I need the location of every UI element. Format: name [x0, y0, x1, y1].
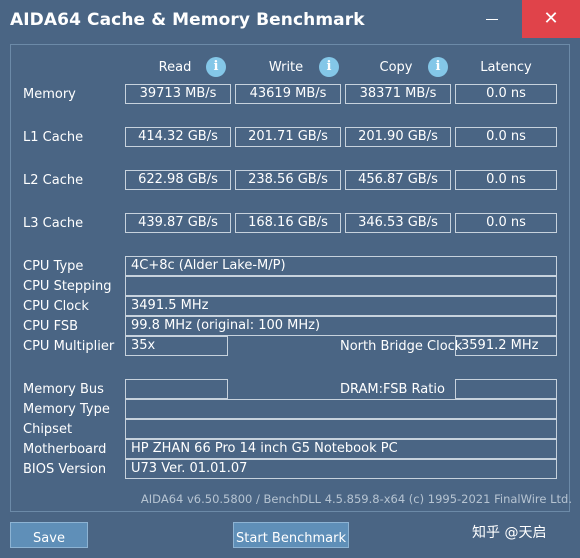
read-info-icon[interactable]: i: [206, 57, 226, 77]
l3-latency-value: 0.0 ns: [455, 213, 557, 233]
row-label-l2-cache: L2 Cache: [23, 173, 84, 188]
l2-write-value: 238.56 GB/s: [235, 170, 341, 190]
l1-read-value: 414.32 GB/s: [125, 127, 231, 147]
row-label-l3-cache: L3 Cache: [23, 216, 84, 231]
cpu-clock-label: CPU Clock: [23, 299, 89, 314]
l1-latency-value: 0.0 ns: [455, 127, 557, 147]
cpu-multiplier-value: 35x: [125, 336, 228, 356]
cpu-type-value: 4C+8c (Alder Lake-M/P): [125, 256, 557, 276]
row-label-memory: Memory: [23, 87, 76, 102]
cpu-clock-value: 3491.5 MHz: [125, 296, 557, 316]
cpu-stepping-label: CPU Stepping: [23, 279, 112, 294]
memory-read-value: 39713 MB/s: [125, 84, 231, 104]
memory-latency-value: 0.0 ns: [455, 84, 557, 104]
l3-write-value: 168.16 GB/s: [235, 213, 341, 233]
memory-bus-value: [125, 379, 228, 399]
l1-copy-value: 201.90 GB/s: [345, 127, 451, 147]
minimize-icon[interactable]: [470, 4, 514, 34]
l2-read-value: 622.98 GB/s: [125, 170, 231, 190]
bios-version-value: U73 Ver. 01.01.07: [125, 459, 557, 479]
north-bridge-clock-value: 3591.2 MHz: [455, 336, 557, 356]
row-label-l1-cache: L1 Cache: [23, 130, 84, 145]
close-icon[interactable]: ✕: [522, 0, 580, 38]
chipset-label: Chipset: [23, 422, 73, 437]
title-bar: AIDA64 Cache & Memory Benchmark ✕: [0, 0, 580, 42]
cpu-type-label: CPU Type: [23, 259, 84, 274]
window-title: AIDA64 Cache & Memory Benchmark: [10, 10, 365, 30]
dram-fsb-ratio-value: [455, 379, 557, 399]
chipset-value: [125, 419, 557, 439]
l1-write-value: 201.71 GB/s: [235, 127, 341, 147]
start-benchmark-button[interactable]: Start Benchmark: [233, 522, 349, 548]
memory-type-label: Memory Type: [23, 402, 110, 417]
cpu-fsb-value: 99.8 MHz (original: 100 MHz): [125, 316, 557, 336]
write-info-icon[interactable]: i: [319, 57, 339, 77]
motherboard-value: HP ZHAN 66 Pro 14 inch G5 Notebook PC: [125, 439, 557, 459]
motherboard-label: Motherboard: [23, 442, 107, 457]
cpu-multiplier-label: CPU Multiplier: [23, 339, 115, 354]
l2-copy-value: 456.87 GB/s: [345, 170, 451, 190]
copyright-footer: AIDA64 v6.50.5800 / BenchDLL 4.5.859.8-x…: [140, 492, 572, 506]
cpu-stepping-value: [125, 276, 557, 296]
memory-copy-value: 38371 MB/s: [345, 84, 451, 104]
bios-version-label: BIOS Version: [23, 462, 107, 477]
cpu-fsb-label: CPU FSB: [23, 319, 78, 334]
memory-type-value: [125, 399, 557, 419]
memory-bus-label: Memory Bus: [23, 382, 104, 397]
north-bridge-clock-label: North Bridge Clock: [340, 339, 463, 354]
l2-latency-value: 0.0 ns: [455, 170, 557, 190]
watermark: 知乎 @天启: [472, 525, 547, 541]
save-button[interactable]: Save: [10, 522, 88, 548]
memory-write-value: 43619 MB/s: [235, 84, 341, 104]
l3-copy-value: 346.53 GB/s: [345, 213, 451, 233]
dram-fsb-ratio-label: DRAM:FSB Ratio: [340, 382, 445, 397]
copy-info-icon[interactable]: i: [428, 57, 448, 77]
latency-header: Latency: [480, 60, 532, 75]
l3-read-value: 439.87 GB/s: [125, 213, 231, 233]
